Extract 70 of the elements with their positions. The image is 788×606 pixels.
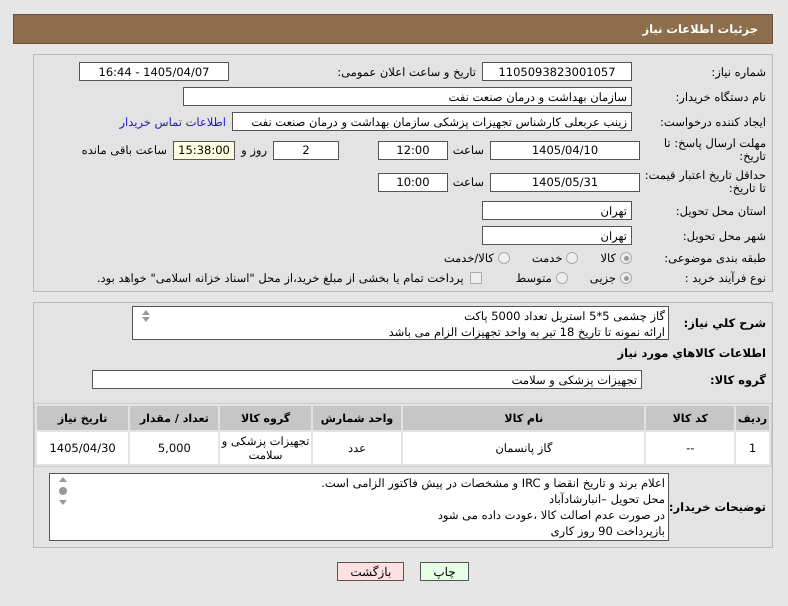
checkbox-label: پرداخت تمام یا بخشی از مبلغ خرید،از محل "اسناد خزانه اسلامی" خواهد بود. [96,271,464,285]
field-label: مهلت ارسال پاسخ: تا تاریخ: [662,137,767,163]
radio-label: کالا [600,251,616,265]
radio-button[interactable] [620,252,632,264]
text-line: گاز چشمی 5*5 استریل تعداد 5000 پاکت [463,308,665,324]
table-cell: عدد [312,432,402,464]
column-header: واحد شمارش [312,406,402,430]
radio-label: خدمت [532,251,562,265]
table-cell: -- [646,432,734,464]
province-field: تهران [482,201,632,220]
back-button[interactable]: بازگشت [337,562,404,581]
column-header: نام کالا [403,406,644,430]
radio-label: جزیی [590,271,616,285]
table-cell: گاز پانسمان [403,432,644,464]
table-cell: 1405/04/30 [37,432,128,464]
field-label: حداقل تاریخ اعتبار قیمت: تا تاریخ: [644,169,767,195]
announce-datetime-field: 1405/04/07 - 16:44 [79,62,229,81]
print-button[interactable]: چاپ [420,562,469,581]
text-line: بازپرداخت 90 روز کاری [550,523,665,539]
field-label: شماره نیاز: [710,64,767,78]
days-label: روز و [240,143,268,157]
table-cell: 1 [736,432,769,464]
need-number-field: 1105093823001057 [482,62,632,81]
radio-button[interactable] [498,252,510,264]
column-header: گروه کالا [220,406,311,430]
field-label: نوع فرآیند خرید : [684,271,767,285]
text-line: در صورت عدم اصالت کالا ،عودت داده می شود [436,507,665,523]
text-line: محل تحویل –انبارشادآباد [548,491,665,507]
field-label: طبقه بندی موضوعی: [663,251,767,265]
checkbox[interactable] [470,272,482,284]
goods-group-field: تجهیزات پزشکی و سلامت [92,370,642,389]
buyer-notes-box[interactable]: اعلام برند و تاریخ انقضا و IRC و مشخصات در پیش فاکتور الزامی است. محل تحویل –انبارشادآباد در صورت عدم اصالت کالا ،عودت داده می شود بازپرداخت 90 روز کاری [49,473,669,541]
remaining-time-field: 15:38:00 [173,140,235,160]
table-cell: تجهیزات پزشکی و سلامت [220,432,311,464]
response-time-field: 12:00 [378,140,448,160]
remaining-label: ساعت باقی مانده [80,143,168,157]
radio-label: متوسط [516,271,552,285]
scroll-arrows-icon[interactable] [57,476,69,506]
radio-button[interactable] [620,272,632,284]
column-header: تاریخ نیاز [37,406,128,430]
field-label: نام دستگاه خریدار: [674,90,767,104]
field-label: ایجاد کننده درخواست: [659,114,767,128]
contact-info-link[interactable]: اطلاعات تماس خریدار [113,114,232,128]
time-label: ساعت [452,143,485,157]
field-label: تاریخ و ساعت اعلان عمومی: [336,64,477,78]
buyer-org-field: سازمان بهداشت و درمان صنعت نفت [183,87,632,106]
section-heading: اطلاعات كالاهاي مورد نياز [616,345,767,362]
text-line: اعلام برند و تاریخ انقضا و IRC و مشخصات در پیش فاکتور الزامی است. [320,475,665,491]
field-label: گروه کالا: [709,372,767,386]
validity-date-field: 1405/05/31 [490,172,640,192]
description-box[interactable]: گاز چشمی 5*5 استریل تعداد 5000 پاکت ارائه نمونه تا تاریخ 18 تیر به واحد تجهیزات الزام می باشد [132,306,669,340]
time-label: ساعت [452,175,485,189]
radio-label: کالا/خدمت [444,251,494,265]
field-label: شهر محل تحویل: [682,228,767,242]
field-label: توضیحات خریدار: [669,500,767,514]
validity-time-field: 10:00 [378,172,448,192]
field-label: استان محل تحویل: [674,204,767,218]
column-header: ردیف [736,406,769,430]
requester-field: زینب عربعلی کارشناس تجهیزات پزشکی سازمان بهداشت و درمان صنعت نفت [232,112,632,131]
radio-button[interactable] [556,272,568,284]
response-date-field: 1405/04/10 [490,140,640,160]
days-field: 2 [273,140,339,160]
column-header: تعداد / مقدار [130,406,218,430]
radio-button[interactable] [566,252,578,264]
table-cell: 5,000 [130,432,218,464]
column-header: کد کالا [646,406,734,430]
city-field: تهران [482,226,632,245]
field-label: شرح کلي نياز: [682,316,767,330]
page-title: جزئیات اطلاعات نیاز [642,22,758,36]
text-line: ارائه نمونه تا تاریخ 18 تیر به واحد تجهیزات الزام می باشد [388,324,665,340]
